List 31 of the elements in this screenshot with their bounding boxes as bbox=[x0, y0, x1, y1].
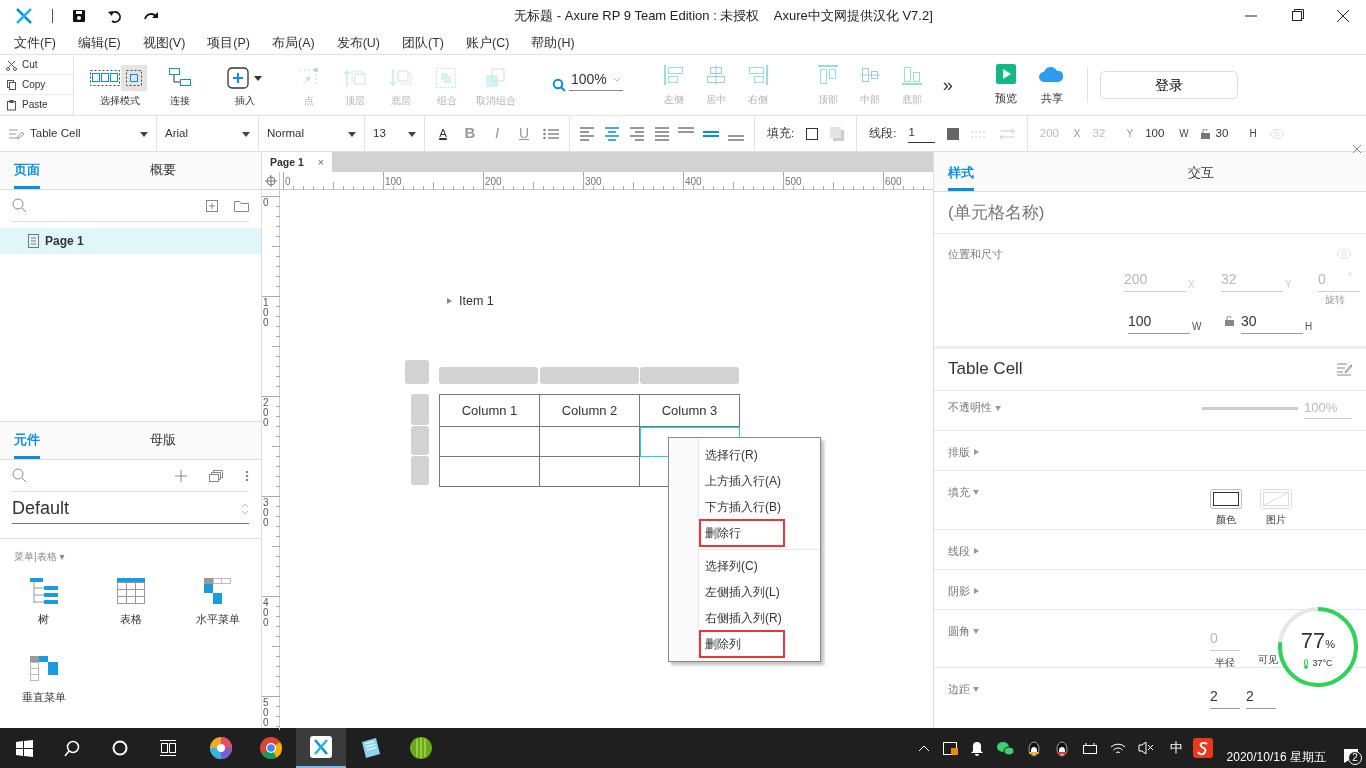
unit-label: W bbox=[1192, 319, 1203, 334]
ruler-label: 500 bbox=[263, 698, 272, 728]
field-caption: 旋转 bbox=[1325, 292, 1345, 307]
ruler-label: 400 bbox=[263, 598, 272, 628]
ruler-label: 100 bbox=[385, 175, 402, 189]
unit-label: ° bbox=[1348, 269, 1352, 284]
unit-label: H bbox=[1305, 319, 1314, 334]
visible-label: 可见 bbox=[1258, 652, 1278, 667]
ruler-label: 0 bbox=[263, 198, 272, 208]
ruler-label: 300 bbox=[263, 498, 272, 528]
ruler-label: 400 bbox=[685, 175, 702, 189]
stroke-label: 线段: bbox=[869, 125, 897, 141]
ruler-label: 300 bbox=[585, 175, 602, 189]
section-title: 位置和尺寸 bbox=[948, 247, 1003, 262]
field-caption: 半径 bbox=[1215, 655, 1235, 670]
fill-label: 填充: bbox=[767, 125, 795, 141]
ruler-label: 0 bbox=[285, 175, 291, 189]
ruler-label: 600 bbox=[885, 175, 902, 189]
widget-type-title: Table Cell bbox=[948, 358, 1023, 381]
axis-label: X bbox=[1073, 127, 1081, 141]
axis-label: W bbox=[1179, 127, 1189, 141]
load-percent: 77 bbox=[1300, 626, 1326, 655]
ruler-label: 500 bbox=[785, 175, 802, 189]
axis-label: H bbox=[1249, 127, 1257, 141]
temperature-reading: 37°C bbox=[1312, 656, 1333, 670]
ruler-label: 200 bbox=[485, 175, 502, 189]
axis-label: Y bbox=[1126, 127, 1134, 141]
window-title: 无标题 - Axure RP 9 Team Edition : 未授权 Axure中文网提供汉化 V7.2] bbox=[513, 7, 934, 26]
ruler-label: 100 bbox=[263, 298, 272, 328]
percent-sign: % bbox=[1325, 637, 1336, 652]
ruler-label: 200 bbox=[263, 398, 272, 428]
